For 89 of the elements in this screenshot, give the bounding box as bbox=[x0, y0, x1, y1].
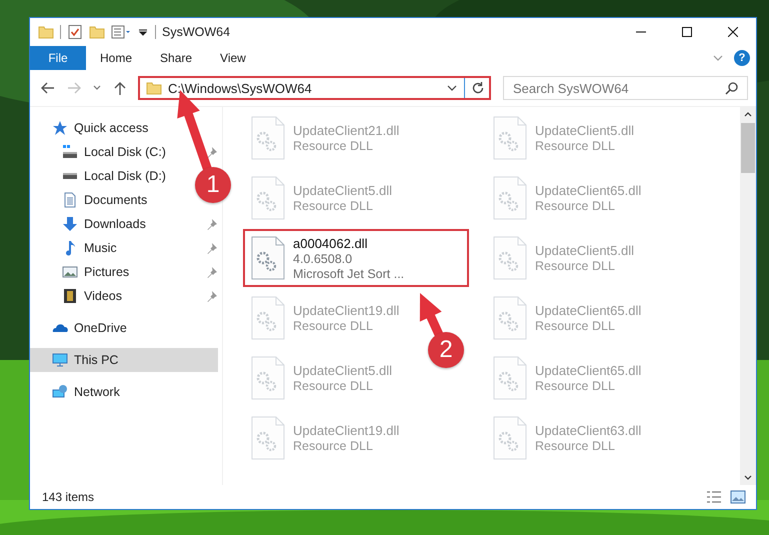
file-name: a0004062.dll bbox=[293, 236, 368, 250]
file-name: UpdateClient5.dll bbox=[293, 183, 392, 198]
nav-item[interactable]: Local Disk (C:) bbox=[62, 140, 170, 164]
file-detail: Resource DLL bbox=[535, 199, 616, 213]
dll-file-icon bbox=[493, 296, 527, 340]
film-icon bbox=[62, 288, 78, 304]
file-menu-button[interactable]: File bbox=[30, 46, 86, 70]
file-detail: Resource DLL bbox=[535, 259, 616, 273]
arrow-annotation bbox=[420, 293, 444, 338]
dll-file-icon bbox=[251, 296, 285, 340]
scroll-up-icon[interactable] bbox=[744, 111, 752, 119]
dll-file-icon bbox=[493, 176, 527, 220]
folder-icon bbox=[146, 80, 162, 96]
dll-file-icon bbox=[493, 416, 527, 460]
download-icon bbox=[62, 216, 78, 232]
file-detail: Resource DLL bbox=[293, 439, 374, 453]
scroll-down-icon[interactable] bbox=[744, 473, 752, 481]
address-path: C:\Windows\SysWOW64 bbox=[168, 80, 313, 96]
pin-icon[interactable] bbox=[206, 266, 218, 278]
nav-item[interactable]: Music bbox=[62, 236, 121, 260]
file-detail: Resource DLL bbox=[535, 319, 616, 333]
ribbon-tab[interactable]: Home bbox=[86, 46, 146, 70]
file-detail: 4.0.6508.0 bbox=[293, 252, 354, 266]
nav-item[interactable]: Documents bbox=[62, 188, 152, 212]
file-detail: Resource DLL bbox=[535, 139, 616, 153]
nav-item[interactable]: This PC bbox=[30, 348, 218, 372]
star-icon bbox=[52, 120, 68, 136]
network-icon bbox=[52, 384, 68, 400]
file-name: UpdateClient65.dll bbox=[535, 303, 642, 318]
file-name: UpdateClient5.dll bbox=[293, 363, 392, 378]
scrollbar-thumb[interactable] bbox=[741, 123, 755, 173]
file-detail: Resource DLL bbox=[293, 319, 374, 333]
search-icon bbox=[725, 81, 739, 95]
pin-icon[interactable] bbox=[206, 146, 218, 158]
dll-file-icon bbox=[251, 416, 285, 460]
nav-item[interactable]: Downloads bbox=[62, 212, 150, 236]
dll-file-icon bbox=[251, 236, 285, 280]
address-bar[interactable]: C:\Windows\SysWOW64 bbox=[138, 76, 491, 100]
nav-item[interactable]: Videos bbox=[62, 284, 126, 308]
dll-file-icon bbox=[493, 236, 527, 280]
dll-file-icon bbox=[251, 176, 285, 220]
properties-icon[interactable] bbox=[67, 24, 83, 40]
file-name: UpdateClient65.dll bbox=[535, 363, 642, 378]
file-name: UpdateClient63.dll bbox=[535, 423, 642, 438]
nav-item[interactable]: Pictures bbox=[62, 260, 134, 284]
maximize-icon bbox=[682, 27, 692, 37]
minimize-icon bbox=[636, 31, 646, 33]
large-icons-view-icon[interactable] bbox=[730, 489, 746, 505]
pin-icon[interactable] bbox=[206, 218, 218, 230]
file-detail: Resource DLL bbox=[293, 139, 374, 153]
dll-file-icon bbox=[251, 116, 285, 160]
monitor-icon bbox=[52, 352, 68, 368]
customize-icon[interactable] bbox=[111, 24, 131, 40]
close-icon bbox=[728, 27, 738, 37]
dll-file-icon bbox=[493, 356, 527, 400]
dll-file-icon bbox=[493, 116, 527, 160]
file-name: UpdateClient5.dll bbox=[535, 123, 634, 138]
item-count: 143 items bbox=[42, 490, 94, 504]
nav-item[interactable]: Network bbox=[52, 380, 124, 404]
file-detail: Resource DLL bbox=[535, 379, 616, 393]
search-field[interactable]: Search SysWOW64 bbox=[503, 76, 748, 100]
up-arrow-icon[interactable] bbox=[112, 80, 128, 96]
nav-item[interactable]: Local Disk (D:) bbox=[62, 164, 170, 188]
ribbon-tab[interactable]: View bbox=[206, 46, 260, 70]
back-arrow-icon[interactable] bbox=[40, 80, 56, 96]
file-detail: Resource DLL bbox=[293, 379, 374, 393]
file-name: UpdateClient21.dll bbox=[293, 123, 400, 138]
picture-icon bbox=[62, 264, 78, 280]
file-name: UpdateClient5.dll bbox=[535, 243, 634, 258]
file-name: UpdateClient19.dll bbox=[293, 423, 400, 438]
file-detail: Resource DLL bbox=[535, 439, 616, 453]
details-view-icon[interactable] bbox=[706, 489, 722, 505]
drive-icon bbox=[62, 144, 78, 160]
dll-file-icon bbox=[251, 356, 285, 400]
file-item[interactable]: a0004062.dll 4.0.6508.0 Microsoft Jet Sort ... bbox=[243, 229, 469, 287]
pin-icon[interactable] bbox=[206, 290, 218, 302]
window-title: SysWOW64 bbox=[162, 25, 230, 39]
document-icon bbox=[62, 192, 78, 208]
scrollbar[interactable] bbox=[740, 107, 756, 485]
file-name: UpdateClient65.dll bbox=[535, 183, 642, 198]
pin-icon[interactable] bbox=[206, 242, 218, 254]
file-name: UpdateClient19.dll bbox=[293, 303, 400, 318]
ribbon-tab[interactable]: Share bbox=[146, 46, 206, 70]
help-button[interactable]: ? bbox=[734, 50, 750, 66]
refresh-icon[interactable] bbox=[471, 81, 485, 95]
nav-item[interactable]: OneDrive bbox=[52, 316, 131, 340]
file-detail: Resource DLL bbox=[293, 199, 374, 213]
file-detail: Microsoft Jet Sort ... bbox=[293, 266, 404, 280]
nav-item[interactable]: Quick access bbox=[52, 116, 152, 140]
